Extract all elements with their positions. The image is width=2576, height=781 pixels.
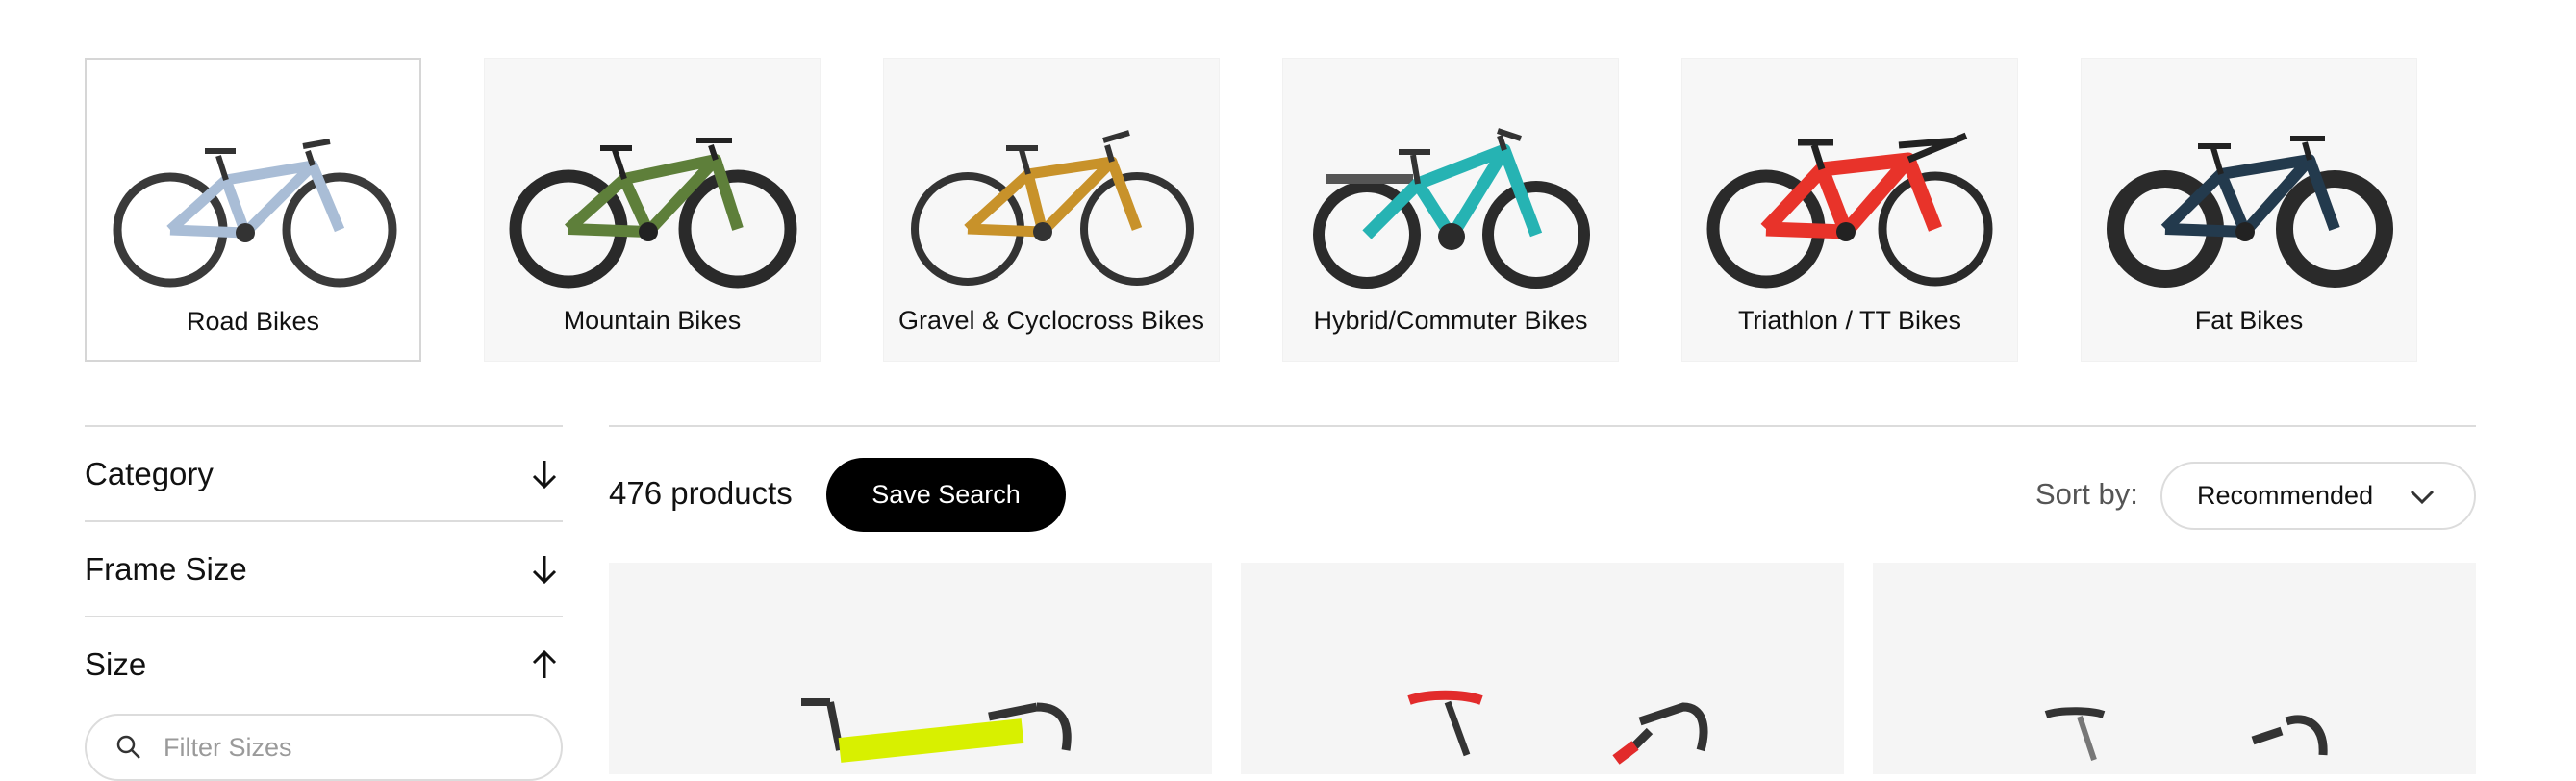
sort-value: Recommended <box>2197 481 2374 510</box>
category-tile-road-bikes[interactable]: Road Bikes <box>85 58 421 362</box>
filter-label: Category <box>85 455 214 491</box>
chevron-down-icon <box>2410 490 2435 505</box>
size-search-input[interactable] <box>162 731 531 764</box>
category-label: Gravel & Cyclocross Bikes <box>897 306 1205 335</box>
results-divider <box>609 425 2476 427</box>
sort-dropdown[interactable]: Recommended <box>2160 462 2476 530</box>
filter-label: Size <box>85 645 147 682</box>
category-tile-fat-bikes[interactable]: Fat Bikes <box>2081 58 2417 362</box>
arrow-up-icon <box>532 649 557 678</box>
category-tile-triathlon-bikes[interactable]: Triathlon / TT Bikes <box>1681 58 2018 362</box>
filter-size[interactable]: Size <box>85 616 563 711</box>
size-search-field[interactable] <box>85 714 563 781</box>
category-tile-gravel-bikes[interactable]: Gravel & Cyclocross Bikes <box>883 58 1220 362</box>
category-label: Triathlon / TT Bikes <box>1737 306 1962 335</box>
save-search-button[interactable]: Save Search <box>826 458 1066 532</box>
category-label: Mountain Bikes <box>563 306 742 335</box>
fat-bike-image <box>2107 136 2393 288</box>
road-bike-image <box>113 139 397 288</box>
triathlon-bike-image <box>1706 132 1993 289</box>
mountain-bike-image <box>509 138 797 289</box>
filter-sidebar: Category Frame Size Size <box>85 425 563 781</box>
gravel-bike-image <box>911 130 1194 286</box>
category-label: Fat Bikes <box>2194 306 2304 335</box>
filter-category[interactable]: Category <box>85 425 563 520</box>
filter-frame-size[interactable]: Frame Size <box>85 520 563 616</box>
product-card[interactable] <box>1241 563 1844 774</box>
product-count: 476 products <box>609 475 793 511</box>
arrow-down-icon <box>532 555 557 584</box>
category-tile-hybrid-bikes[interactable]: Hybrid/Commuter Bikes <box>1282 58 1619 362</box>
bike-product-image <box>1407 690 1708 765</box>
category-label: Hybrid/Commuter Bikes <box>1313 306 1588 335</box>
sort-label: Sort by: <box>2035 477 2138 511</box>
bike-product-image <box>801 698 1072 763</box>
filter-label: Frame Size <box>85 550 247 587</box>
hybrid-bike-image <box>1313 128 1590 289</box>
category-label: Road Bikes <box>186 307 320 336</box>
search-icon <box>116 735 140 759</box>
product-card[interactable] <box>1873 563 2476 774</box>
category-tiles: Road Bikes Mountain Bikes Gravel & Cyclo… <box>85 58 2417 362</box>
category-tile-mountain-bikes[interactable]: Mountain Bikes <box>484 58 821 362</box>
bike-product-image <box>2044 707 2328 761</box>
arrow-down-icon <box>532 460 557 489</box>
product-card[interactable] <box>609 563 1212 774</box>
